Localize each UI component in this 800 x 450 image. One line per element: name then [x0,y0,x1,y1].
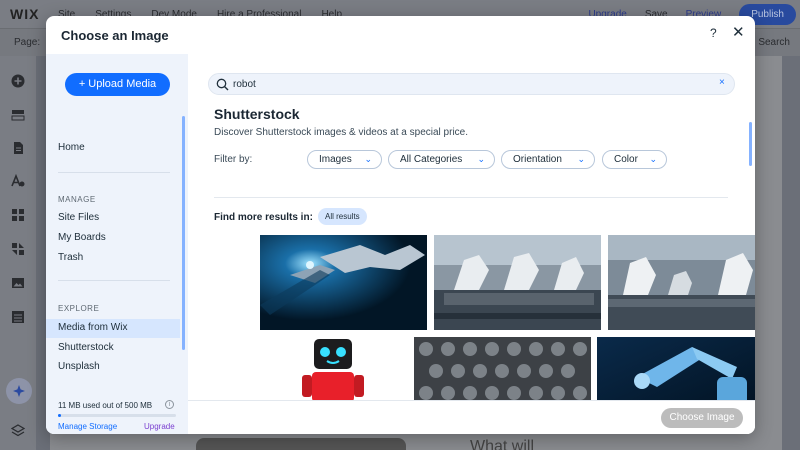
media-icon[interactable] [11,276,25,290]
pages-icon[interactable] [11,141,25,155]
dialog-footer: Choose Image [188,400,755,434]
image-result-assembly-line[interactable] [608,235,755,330]
dialog-title: Choose an Image [61,28,169,43]
dialog-header: Choose an Image ? ✕ [46,16,755,54]
filter-orientation-dropdown[interactable]: Orientation ⌄ [501,150,595,169]
editor-left-rail [0,56,36,450]
chevron-down-icon: ⌄ [477,154,485,164]
canvas-heading: What will [470,438,535,450]
more-results-label: Find more results in: [214,212,313,223]
sidebar-item-trash[interactable]: Trash [58,252,83,263]
sidebar-item-shutterstock[interactable]: Shutterstock [58,342,114,353]
sidebar-divider [58,172,170,173]
chevron-down-icon: ⌄ [649,154,657,164]
close-icon[interactable]: ✕ [732,23,745,41]
sections-icon[interactable] [11,108,25,122]
content-scrollbar[interactable] [749,122,752,166]
apps-icon[interactable] [11,208,25,222]
image-result-factory-robots[interactable] [434,235,601,330]
sidebar-section-manage: MANAGE [58,195,96,204]
help-icon[interactable]: ? [710,26,717,40]
filter-color-label: Color [614,154,638,165]
sidebar-item-media-from-wix[interactable]: Media from Wix [58,322,127,333]
filter-label: Filter by: [214,154,253,165]
choose-image-button[interactable]: Choose Image [661,408,743,428]
canvas-device-frame [196,438,406,450]
choose-image-dialog: Choose an Image ? ✕ + Upload Media Home … [46,16,755,434]
page-selector-label[interactable]: Page: [14,37,40,48]
chevron-down-icon: ⌄ [577,154,585,164]
upgrade-link[interactable]: Upgrade [144,422,175,431]
filter-images-dropdown[interactable]: Images ⌄ [307,150,382,169]
manage-storage-link[interactable]: Manage Storage [58,422,117,431]
sidebar-section-explore: EXPLORE [58,304,100,313]
search-box: × [208,73,735,95]
add-elements-icon[interactable] [11,74,25,88]
cms-icon[interactable] [11,310,25,324]
info-icon[interactable]: i [165,400,174,409]
provider-title: Shutterstock [214,106,300,122]
filter-categories-label: All Categories [400,154,463,165]
image-result-robot-hand[interactable] [260,235,427,330]
media-content: × Shutterstock Discover Shutterstock ima… [188,54,755,434]
storage-usage-bar [58,414,176,417]
sidebar-scrollbar[interactable] [182,116,185,350]
chevron-down-icon: ⌄ [364,154,372,164]
media-sidebar: + Upload Media Home MANAGE Site Files My… [46,54,188,434]
wix-logo: WIX [10,6,40,22]
design-icon[interactable] [11,173,25,188]
business-apps-icon[interactable] [11,242,25,256]
filter-orientation-label: Orientation [513,154,562,165]
sidebar-item-site-files[interactable]: Site Files [58,212,99,223]
upload-media-button[interactable]: + Upload Media [65,73,170,96]
layers-icon[interactable] [10,424,26,438]
storage-usage-fill [58,414,61,417]
content-divider [214,197,728,198]
sidebar-divider [58,280,170,281]
sidebar-item-home[interactable]: Home [58,142,85,153]
sidebar-item-my-boards[interactable]: My Boards [58,232,106,243]
sidebar-item-unsplash[interactable]: Unsplash [58,361,100,372]
search-input[interactable] [233,77,703,92]
storage-usage-text: 11 MB used out of 500 MB [58,401,153,410]
filter-color-dropdown[interactable]: Color ⌄ [602,150,667,169]
provider-subtitle: Discover Shutterstock images & videos at… [214,127,468,138]
filter-images-label: Images [319,154,352,165]
all-results-tag[interactable]: All results [318,208,367,225]
editor-search-button[interactable]: Search [758,37,790,48]
clear-search-icon[interactable]: × [719,77,725,88]
ai-assistant-icon[interactable] [6,378,32,404]
search-icon [216,78,229,91]
filter-categories-dropdown[interactable]: All Categories ⌄ [388,150,495,169]
